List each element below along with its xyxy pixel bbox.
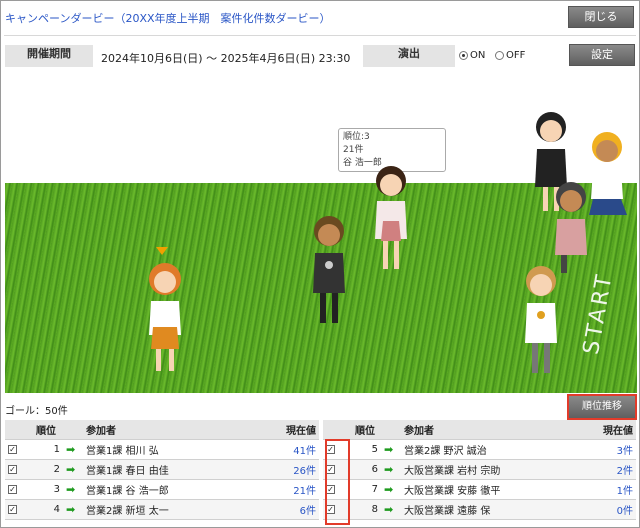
arrow-right-icon[interactable]: ➡ <box>66 503 75 516</box>
settings-button[interactable]: 設定 <box>569 44 635 66</box>
divider <box>4 35 636 36</box>
value-link[interactable]: 41件 <box>259 439 319 460</box>
page-title: キャンペーンダービー（20XX年度上半期 案件化件数ダービー） <box>5 12 331 25</box>
participant-header: 参加者 <box>83 420 259 440</box>
value-link[interactable]: 3件 <box>580 439 636 460</box>
tooltip-rank: 順位:3 <box>343 132 370 142</box>
arrow-right-icon[interactable]: ➡ <box>384 503 393 516</box>
current-header: 現在値 <box>580 420 636 440</box>
rank-cell: 8 <box>349 499 381 520</box>
row-checkbox[interactable]: ✓ <box>8 464 17 474</box>
effect-on-radio[interactable]: ON <box>459 50 485 61</box>
row-checkbox[interactable]: ✓ <box>8 504 17 514</box>
radio-dot-icon <box>495 51 504 60</box>
table-row: ✓ 4 ➡ 営業2課 新垣 太一 6件 <box>5 499 319 520</box>
rank-header: 順位 <box>349 420 381 440</box>
rank-cell: 7 <box>349 479 381 500</box>
avatar-runner-3[interactable] <box>299 209 359 329</box>
participant-cell: 営業2課 新垣 太一 <box>83 499 259 520</box>
arrow-right-icon[interactable]: ➡ <box>66 463 75 476</box>
period-label: 開催期間 <box>5 45 93 67</box>
avatar-runner-2[interactable] <box>361 161 421 277</box>
goal-text: ゴール：50件 <box>5 406 68 417</box>
arrow-right-icon[interactable]: ➡ <box>384 463 393 476</box>
participant-cell: 大阪営業課 安藤 徹平 <box>401 479 580 500</box>
rank-cell: 3 <box>29 479 63 500</box>
current-header: 現在値 <box>259 420 319 440</box>
table-row: ✓ 1 ➡ 営業1課 相川 弘 41件 <box>5 439 319 460</box>
ranking-table-right: 順位 参加者 現在値 ✓ 5 ➡ 営業2課 野沢 誠治 3件 ✓ 6 ➡ 大阪営… <box>323 420 636 520</box>
rank-cell: 4 <box>29 499 63 520</box>
value-link[interactable]: 2件 <box>580 459 636 480</box>
participant-cell: 営業1課 相川 弘 <box>83 439 259 460</box>
effect-label: 演出 <box>363 45 455 67</box>
value-link[interactable]: 26件 <box>259 459 319 480</box>
rank-cell: 5 <box>349 439 381 460</box>
participant-header: 参加者 <box>401 420 580 440</box>
close-button[interactable]: 閉じる <box>568 6 634 28</box>
participant-cell: 営業1課 春日 由佳 <box>83 459 259 480</box>
table-row: ✓ 8 ➡ 大阪営業課 遠藤 保 0件 <box>323 499 636 520</box>
period-value: 2024年10月6日(日) ～ 2025年4月6日(日) 23:30 <box>101 52 351 65</box>
value-link[interactable]: 21件 <box>259 479 319 500</box>
table-row: ✓ 5 ➡ 営業2課 野沢 誠治 3件 <box>323 439 636 460</box>
rank-cell: 6 <box>349 459 381 480</box>
arrow-right-icon[interactable]: ➡ <box>384 443 393 456</box>
avatar-runner-7[interactable] <box>511 259 571 379</box>
tooltip-count: 21件 <box>343 145 364 155</box>
table-row: ✓ 3 ➡ 営業1課 谷 浩一郎 21件 <box>5 479 319 500</box>
row-checkbox[interactable]: ✓ <box>8 484 17 494</box>
rank-header: 順位 <box>29 420 63 440</box>
table-row: ✓ 2 ➡ 営業1課 春日 由佳 26件 <box>5 459 319 480</box>
participant-cell: 営業1課 谷 浩一郎 <box>83 479 259 500</box>
rank-trend-button[interactable]: 順位推移 <box>567 394 637 420</box>
avatar-runner-1[interactable] <box>135 257 195 377</box>
ranking-table-left: 順位 参加者 現在値 ✓ 1 ➡ 営業1課 相川 弘 41件 ✓ 2 ➡ 営業1… <box>5 420 319 520</box>
current-user-marker-icon <box>156 247 168 255</box>
table-header-row: 順位 参加者 現在値 <box>5 420 319 440</box>
participant-cell: 大阪営業課 岩村 宗助 <box>401 459 580 480</box>
derby-window: キャンペーンダービー（20XX年度上半期 案件化件数ダービー） 閉じる 開催期間… <box>0 0 640 528</box>
effect-off-radio[interactable]: OFF <box>495 50 525 61</box>
rank-cell: 1 <box>29 439 63 460</box>
value-link[interactable]: 6件 <box>259 499 319 520</box>
value-link[interactable]: 1件 <box>580 479 636 500</box>
participant-cell: 営業2課 野沢 誠治 <box>401 439 580 460</box>
table-row: ✓ 7 ➡ 大阪営業課 安藤 徹平 1件 <box>323 479 636 500</box>
arrow-right-icon[interactable]: ➡ <box>66 443 75 456</box>
radio-dot-icon <box>459 51 468 60</box>
row-checkbox[interactable]: ✓ <box>8 444 17 454</box>
arrow-right-icon[interactable]: ➡ <box>66 483 75 496</box>
arrow-right-icon[interactable]: ➡ <box>384 483 393 496</box>
table-row: ✓ 6 ➡ 大阪営業課 岩村 宗助 2件 <box>323 459 636 480</box>
table-header-row: 順位 参加者 現在値 <box>323 420 636 440</box>
participant-cell: 大阪営業課 遠藤 保 <box>401 499 580 520</box>
rank-cell: 2 <box>29 459 63 480</box>
checkbox-highlight-box <box>325 439 350 525</box>
value-link[interactable]: 0件 <box>580 499 636 520</box>
